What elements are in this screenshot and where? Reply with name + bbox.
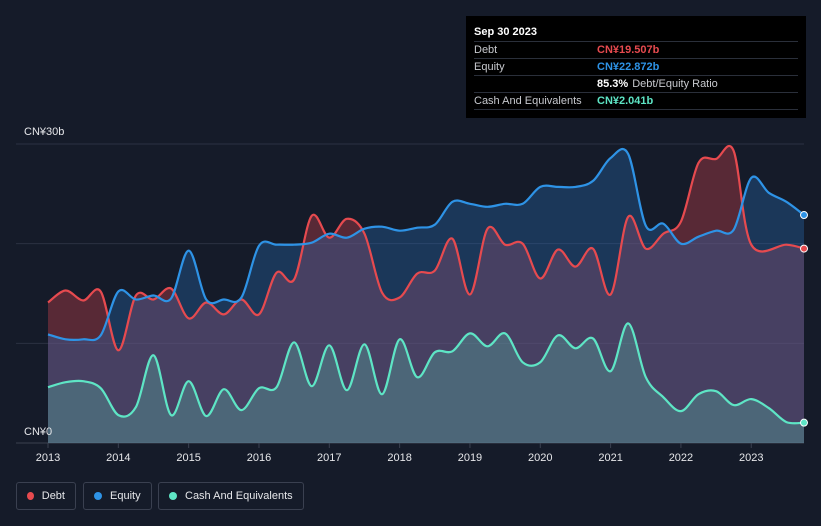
tooltip-debt-value: CN¥19.507b — [597, 44, 660, 56]
cash-dot-icon — [169, 492, 177, 500]
tooltip-date: Sep 30 2023 — [474, 26, 537, 38]
x-tick-label: 2016 — [247, 452, 271, 464]
y-axis-bottom-label: CN¥0 — [24, 426, 52, 438]
tooltip-cash-value: CN¥2.041b — [597, 95, 654, 107]
debt-endpoint — [800, 244, 808, 253]
x-tick-label: 2014 — [106, 452, 130, 464]
equity-dot-icon — [94, 492, 102, 500]
tooltip-equity-label: Equity — [474, 61, 505, 73]
legend-cash[interactable]: Cash And Equivalents — [158, 482, 304, 510]
x-tick-label: 2022 — [669, 452, 693, 464]
x-tick-label: 2023 — [739, 452, 763, 464]
x-tick-label: 2013 — [36, 452, 60, 464]
tooltip-panel: Sep 30 2023 Debt CN¥19.507b Equity CN¥22… — [466, 16, 806, 118]
x-tick-label: 2021 — [598, 452, 622, 464]
tooltip-row-equity: Equity CN¥22.872b — [474, 58, 798, 75]
tooltip-row-cash: Cash And Equivalents CN¥2.041b — [474, 92, 798, 110]
tooltip-cash-label: Cash And Equivalents — [474, 95, 582, 107]
tooltip-ratio-value: 85.3% — [597, 78, 629, 90]
tooltip-ratio-suffix: Debt/Equity Ratio — [632, 78, 718, 90]
x-tick-label: 2017 — [317, 452, 341, 464]
y-axis-top-label: CN¥30b — [24, 126, 64, 138]
x-tick-label: 2019 — [458, 452, 482, 464]
tooltip-ratio-label — [474, 76, 597, 92]
legend-debt-label: Debt — [41, 490, 65, 502]
x-tick-label: 2018 — [387, 452, 411, 464]
debt-dot-icon — [27, 492, 34, 500]
cash-endpoint — [800, 418, 808, 427]
tooltip-equity-value: CN¥22.872b — [597, 61, 660, 73]
tooltip-debt-label: Debt — [474, 44, 498, 56]
legend-equity-label: Equity — [110, 490, 141, 502]
x-tick-label: 2015 — [176, 452, 200, 464]
x-tick-label: 2020 — [528, 452, 552, 464]
legend-equity[interactable]: Equity — [83, 482, 152, 510]
tooltip-row-debt: Debt CN¥19.507b — [474, 41, 798, 58]
equity-endpoint — [800, 211, 808, 220]
tooltip-row-ratio: 85.3% Debt/Equity Ratio — [474, 75, 798, 92]
legend-debt[interactable]: Debt — [16, 482, 76, 510]
legend-cash-label: Cash And Equivalents — [185, 490, 293, 502]
